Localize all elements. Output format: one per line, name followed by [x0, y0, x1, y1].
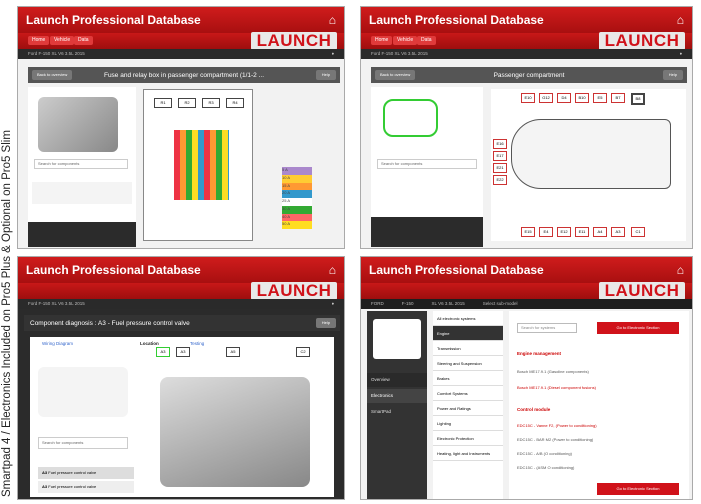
panel-passenger-compartment: Launch Professional Database ⌂ Home Vehicl…: [360, 6, 693, 249]
page-header: Back to overview Fuse and relay box in p…: [28, 67, 340, 83]
go-electronic-section-button-bottom[interactable]: Go to Electronic Section: [597, 483, 679, 495]
menu-item[interactable]: Brakes: [433, 371, 503, 386]
page-header: Component diagnosis : A3 - Fuel pressure…: [24, 315, 340, 331]
search-input[interactable]: Search for components: [377, 159, 477, 169]
crumb-model[interactable]: F-150: [402, 299, 414, 309]
fuse-legend: 5 A 10 A 15 A 20 A 25 A 30 A 40 A 50 A: [282, 167, 312, 229]
menu-item[interactable]: Electronic Protection: [433, 431, 503, 446]
nav-smartpad[interactable]: SmartPad: [367, 405, 427, 419]
list-item[interactable]: A3 Fuel pressure control valve: [38, 481, 134, 493]
fuse-grid: [174, 130, 229, 200]
panel-component-diagnosis: Launch Professional Database ⌂ LAUNCH For…: [17, 256, 345, 500]
menu-item[interactable]: Lighting: [433, 416, 503, 431]
menu-item[interactable]: Power and Ratings: [433, 401, 503, 416]
section-item[interactable]: EDC15C - Vanne F2, (Power to conditionin…: [517, 423, 597, 428]
search-input[interactable]: Search for systems: [517, 323, 577, 333]
crumb-submodel[interactable]: Select sub-model: [483, 299, 518, 309]
menu-item[interactable]: Steering and Suspension: [433, 356, 503, 371]
section-title: Control module: [517, 407, 551, 412]
launch-logo: LAUNCH: [599, 281, 685, 300]
menu-item[interactable]: All electronic systems: [433, 311, 503, 326]
help-button[interactable]: Help: [662, 70, 683, 80]
breadcrumb: Ford F-150 XL V6 3.5L 2015: [371, 51, 428, 56]
panel-system-selection: Launch Professional Database ⌂ LAUNCH FOR…: [360, 256, 693, 500]
crumb-engine[interactable]: XL V6 3.5L 2015: [432, 299, 465, 309]
launch-logo: LAUNCH: [251, 31, 337, 50]
wiring-diagram[interactable]: E10 G12 D4 B10 E5 B7 B8 E15 E4 E12 E11 A…: [491, 89, 686, 241]
menu-item[interactable]: Comfort Systems: [433, 386, 503, 401]
help-button[interactable]: Help: [315, 318, 336, 328]
back-button[interactable]: Back to overview: [32, 70, 73, 80]
help-button[interactable]: Help: [315, 70, 336, 80]
app-title: Launch Professional Database: [369, 13, 544, 27]
section-item[interactable]: Bosch ME17.9.1 (Diesel component fusions…: [517, 385, 596, 390]
component-panel: Search for components: [371, 87, 483, 247]
tab-wiring-diagram[interactable]: Wiring Diagram: [42, 341, 73, 346]
menu-item-selected[interactable]: Engine: [433, 326, 503, 341]
nav-electronics[interactable]: Electronics: [367, 389, 427, 403]
home-icon[interactable]: ⌂: [329, 13, 336, 27]
car-outline: [383, 99, 438, 137]
system-menu: All electronic systems Engine Transmissi…: [433, 311, 503, 499]
left-nav: Overview Electronics SmartPad: [367, 311, 427, 499]
app-title: Launch Professional Database: [26, 263, 201, 277]
launch-logo: LAUNCH: [251, 281, 337, 300]
search-input[interactable]: Search for components: [34, 159, 128, 169]
page-title: Component diagnosis : A3 - Fuel pressure…: [30, 319, 190, 327]
section-item[interactable]: Bosch ME17.9.1 (Gasoline components): [517, 369, 589, 374]
search-input[interactable]: Search for components: [38, 437, 128, 449]
car-body: [511, 119, 671, 189]
component-panel: Search for components: [28, 87, 136, 247]
breadcrumb: Ford F-150 XL V6 3.5L 2015: [28, 301, 85, 306]
app-title: Launch Professional Database: [369, 263, 544, 277]
launch-logo: LAUNCH: [599, 31, 685, 50]
side-caption: Smartpad 4 / Electronics Included on Pro…: [0, 0, 14, 504]
fuse-box-photo: [38, 97, 118, 152]
page-title: Fuse and relay box in passenger compartm…: [103, 71, 265, 79]
fuse-diagram[interactable]: R1 R2 R3 R4: [143, 89, 253, 241]
back-button[interactable]: Back to overview: [375, 70, 416, 80]
tab-location[interactable]: Location: [140, 341, 159, 346]
breadcrumb: Ford F-150 XL V6 3.5L 2015: [28, 51, 85, 56]
page-title: Passenger compartment: [493, 71, 565, 79]
car-thumbnails: [38, 367, 128, 417]
section-title: Engine management: [517, 351, 562, 356]
diagnosis-area: Wiring Diagram Location Testing Search f…: [30, 337, 334, 497]
crumb-make[interactable]: FORD: [371, 299, 384, 309]
nav-overview[interactable]: Overview: [367, 373, 427, 387]
home-icon[interactable]: ⌂: [329, 263, 336, 277]
panel-fuse-box: Launch Professional Database ⌂ Home Vehicl…: [17, 6, 345, 249]
home-icon[interactable]: ⌂: [677, 13, 684, 27]
go-electronic-section-button[interactable]: Go to Electronic Section: [597, 322, 679, 334]
page-header: Back to overview Passenger compartment H…: [371, 67, 687, 83]
home-icon[interactable]: ⌂: [677, 263, 684, 277]
results-panel: Search for systems Go to Electronic Sect…: [509, 311, 689, 499]
app-title: Launch Professional Database: [26, 13, 201, 27]
vehicle-photo: [373, 319, 421, 359]
engine-image: [160, 377, 310, 487]
section-item[interactable]: EDC15C - (ASM O conditioning): [517, 465, 574, 470]
section-item[interactable]: EDC15C - A/B (O conditioning): [517, 451, 572, 456]
menu-item[interactable]: Heating, light and Instruments: [433, 446, 503, 461]
menu-item[interactable]: Transmission: [433, 341, 503, 356]
tab-testing[interactable]: Testing: [190, 341, 204, 346]
list-item[interactable]: A3 Fuel pressure control valve: [38, 467, 134, 479]
section-item[interactable]: EDC15C - BAR M2 (Power to conditioning): [517, 437, 593, 442]
